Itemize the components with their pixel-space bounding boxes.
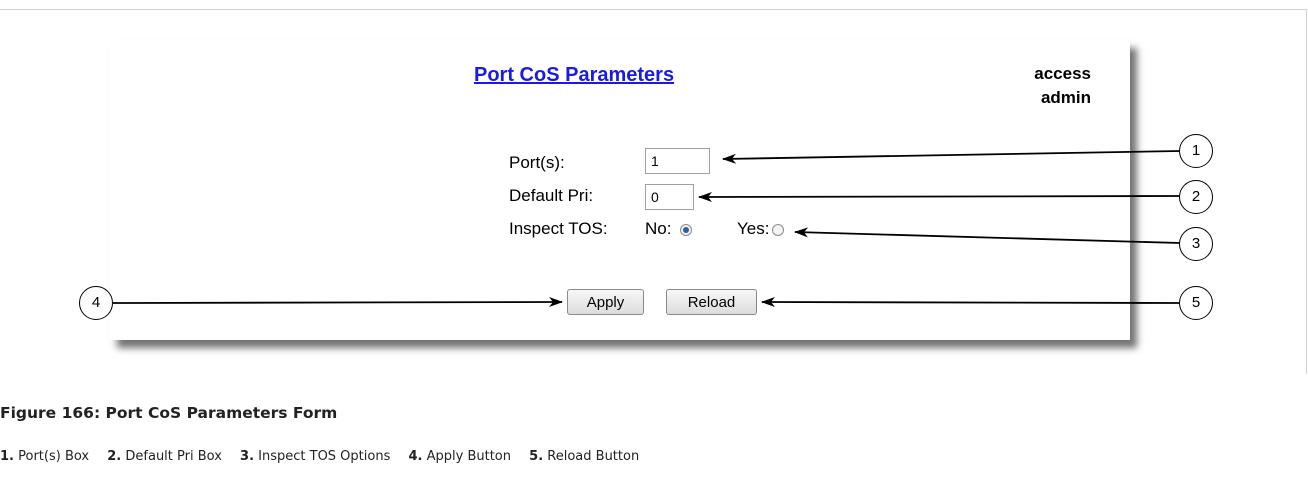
legend-text: Port(s) Box	[18, 449, 90, 464]
callout-2: 2	[1179, 180, 1213, 214]
legend-item: 4. Apply Button	[409, 449, 512, 464]
legend-number: 4.	[408, 449, 423, 464]
legend-text: Reload Button	[547, 449, 640, 464]
callout-1: 1	[1179, 134, 1213, 168]
legend-text: Inspect TOS Options	[258, 449, 391, 464]
figure-legend: 1. Port(s) Box 2. Default Pri Box 3. Ins…	[0, 449, 653, 464]
legend-text: Apply Button	[426, 449, 512, 464]
figure-caption: Figure 166: Port CoS Parameters Form	[0, 404, 338, 422]
legend-text: Default Pri Box	[125, 449, 222, 464]
legend-number: 1.	[0, 449, 14, 464]
legend-item: 2. Default Pri Box	[107, 449, 222, 464]
legend-number: 5.	[529, 449, 544, 464]
callout-4: 4	[79, 286, 113, 320]
legend-item: 1. Port(s) Box	[0, 449, 89, 464]
callout-3: 3	[1179, 227, 1213, 261]
legend-item: 3. Inspect TOS Options	[240, 449, 390, 464]
legend-number: 3.	[240, 449, 255, 464]
callout-5: 5	[1179, 286, 1213, 320]
legend-item: 5. Reload Button	[529, 449, 639, 464]
legend-number: 2.	[107, 449, 122, 464]
